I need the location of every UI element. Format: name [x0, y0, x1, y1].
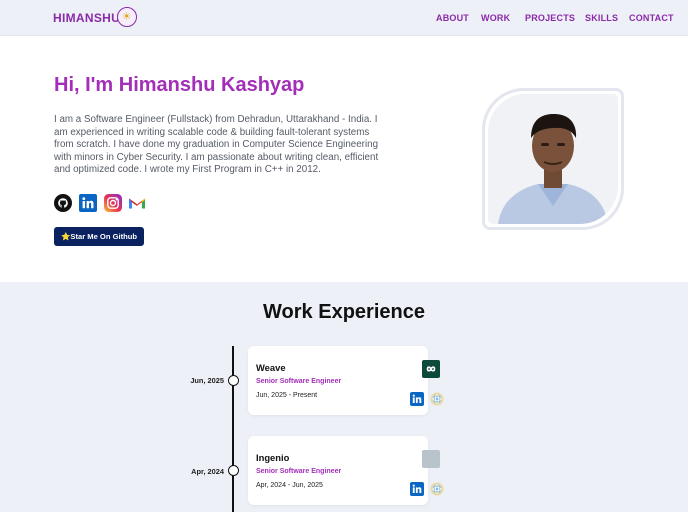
gmail-icon[interactable] [128, 194, 146, 212]
globe-icon[interactable] [430, 392, 444, 406]
experience-card-ingenio: Ingenio Senior Software Engineer Apr, 20… [248, 436, 444, 505]
timeline-date: Apr, 2024 [191, 467, 224, 476]
company-name: Ingenio [256, 452, 290, 463]
star-on-github-button[interactable]: ⭐Star Me On Github [54, 227, 144, 246]
job-role: Senior Software Engineer [256, 378, 342, 385]
sun-icon[interactable]: ☀ [117, 7, 137, 27]
nav-link-projects[interactable]: PROJECTS [525, 13, 575, 23]
nav-link-work[interactable]: WORK [481, 13, 510, 23]
linkedin-icon[interactable] [410, 392, 424, 406]
nav-link-about[interactable]: ABOUT [436, 13, 469, 23]
brand-name[interactable]: HIMANSHU [53, 11, 120, 25]
timeline-dot [228, 465, 239, 476]
nav-link-contact[interactable]: CONTACT [629, 13, 674, 23]
globe-icon[interactable] [430, 482, 444, 496]
experience-card-weave: Weave Senior Software Engineer Jun, 2025… [248, 346, 444, 415]
job-period: Jun, 2025 - Present [256, 392, 318, 399]
work-experience-section: Work Experience Jun, 2025 Weave Senior S… [0, 282, 688, 512]
timeline-line [232, 346, 234, 512]
timeline-date: Jun, 2025 [190, 376, 224, 385]
company-name: Weave [256, 362, 286, 373]
avatar [488, 94, 618, 224]
timeline-dot [228, 375, 239, 386]
linkedin-icon[interactable] [79, 194, 97, 212]
instagram-icon[interactable] [104, 194, 122, 212]
top-nav: HIMANSHU ☀ ABOUT WORK PROJECTS SKILLS CO… [0, 0, 688, 36]
hero-section: Hi, I'm Himanshu Kashyap I am a Software… [0, 36, 688, 282]
linkedin-icon[interactable] [410, 482, 424, 496]
nav-link-skills[interactable]: SKILLS [585, 13, 618, 23]
profile-photo-frame [482, 88, 624, 230]
job-role: Senior Software Engineer [256, 468, 342, 475]
weave-logo-icon [422, 360, 440, 378]
section-title: Work Experience [263, 301, 425, 323]
hero-title: Hi, I'm Himanshu Kashyap [54, 74, 305, 96]
hero-description: I am a Software Engineer (Fullstack) fro… [54, 114, 379, 176]
job-period: Apr, 2024 - Jun, 2025 [256, 482, 323, 489]
github-icon[interactable] [54, 194, 72, 212]
ingenio-logo-icon [422, 450, 440, 468]
